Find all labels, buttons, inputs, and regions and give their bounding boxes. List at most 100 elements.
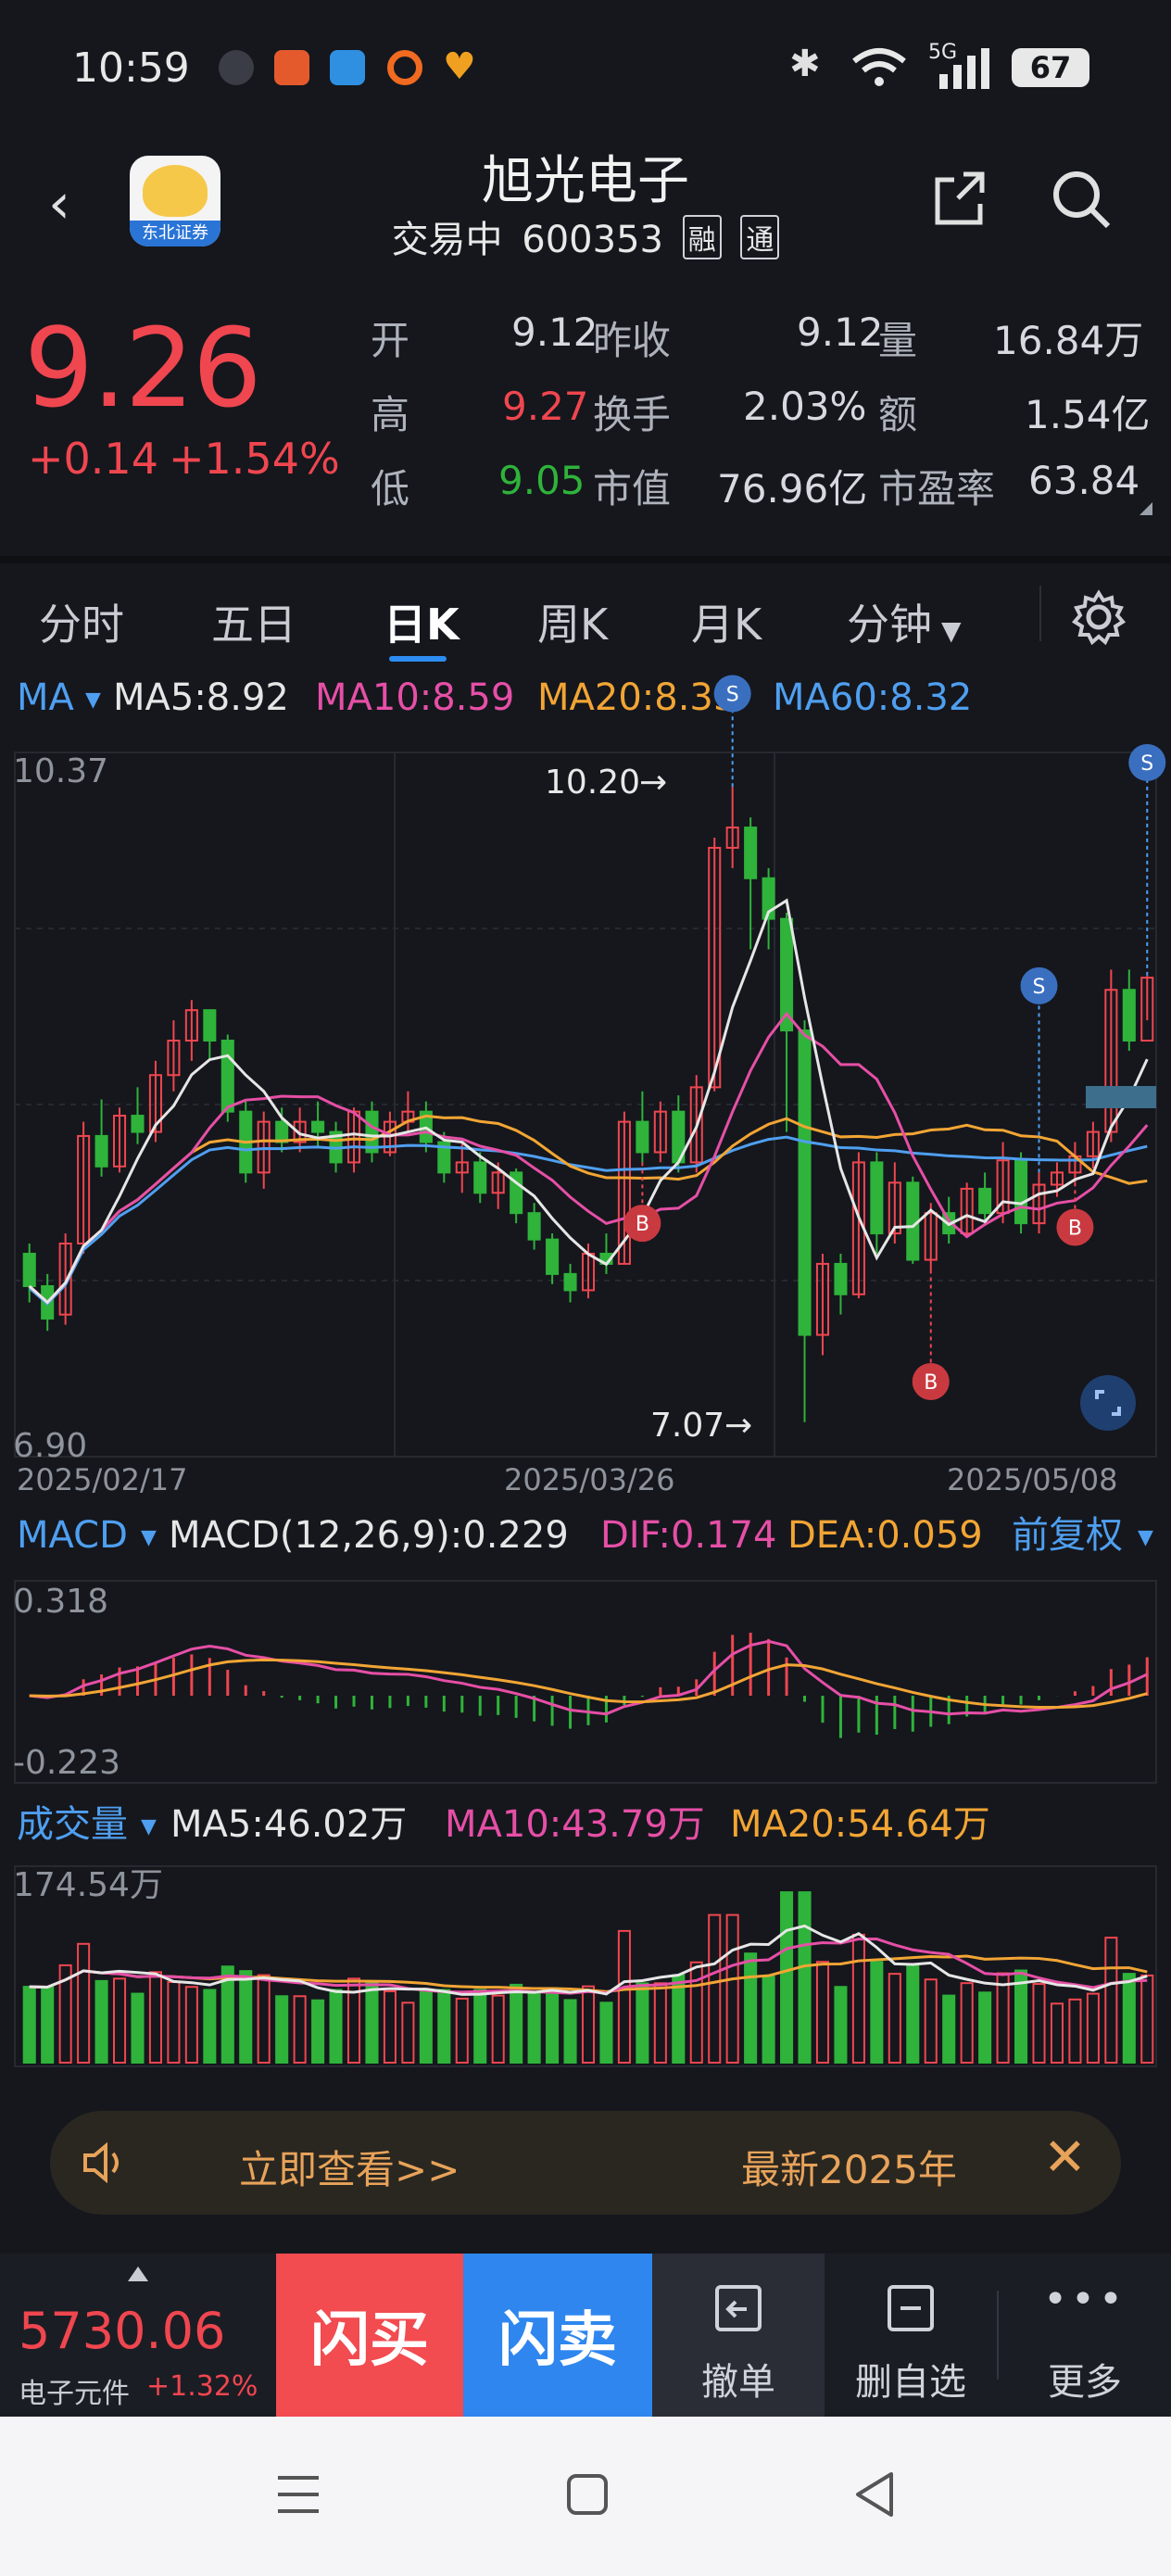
pe-value: 63.84	[1028, 458, 1140, 503]
volume-bar	[1122, 1973, 1136, 2065]
ring-notification-icon	[387, 50, 422, 85]
volume-bar	[473, 1989, 487, 2065]
remove-watchlist-button[interactable]: 删自选	[825, 2254, 997, 2417]
low-label: 低	[371, 466, 410, 511]
volume-legend-name[interactable]: 成交量	[17, 1803, 128, 1846]
cancel-order-icon	[715, 2285, 762, 2331]
expand-corner-icon[interactable]	[1140, 502, 1152, 515]
more-icon: •••	[1043, 2276, 1127, 2323]
search-icon[interactable]	[1049, 167, 1115, 234]
ma-legend-name[interactable]: MA	[17, 676, 75, 719]
volume-bar	[599, 2001, 613, 2065]
candle-body	[311, 1120, 325, 1133]
kline-chart-area[interactable]: MA ▼ MA5:8.92 MA10:8.59 MA20:8.33 MA60:8…	[0, 667, 1171, 2076]
ma-legend-caret-icon[interactable]: ▼	[85, 688, 101, 712]
high-value: 9.27	[502, 384, 589, 429]
volume-bar	[184, 1986, 198, 2065]
volume-bar	[1068, 1998, 1082, 2065]
more-button[interactable]: ••• 更多	[999, 2254, 1171, 2417]
amount-value: 1.54亿	[1025, 392, 1151, 437]
volume-bar	[1104, 1937, 1118, 2065]
low-value: 9.05	[498, 458, 586, 503]
tab-daily-k[interactable]: 日K	[384, 591, 460, 652]
caret-down-icon: ▼	[941, 615, 962, 646]
macd-axis-max: 0.318	[13, 1583, 108, 1621]
wifi-icon	[852, 48, 906, 86]
share-icon[interactable]	[928, 167, 993, 232]
vol-ma5-legend: MA5:46.02万	[170, 1803, 407, 1846]
high-label: 高	[371, 392, 410, 437]
volume-bar	[491, 1994, 505, 2064]
macd-caret-icon[interactable]: ▼	[141, 1526, 157, 1549]
tab-five-day[interactable]: 五日	[211, 591, 296, 652]
back-button[interactable]: ‹	[48, 176, 70, 232]
volume-bar	[653, 1982, 667, 2065]
volume-caret-icon[interactable]: ▼	[141, 1815, 157, 1838]
tab-weekly-k[interactable]: 周K	[537, 591, 608, 652]
news-banner[interactable]: 立即查看>> 最新2025年 ✕	[50, 2111, 1121, 2215]
adjust-mode[interactable]: 前复权	[1012, 1514, 1123, 1557]
candle-body	[473, 1161, 487, 1194]
status-time: 10:59	[72, 44, 190, 92]
dif-value: DIF:0.174	[600, 1514, 777, 1557]
macd-value: MACD(12,26,9):0.229	[169, 1514, 569, 1557]
volume-bar	[906, 1964, 920, 2065]
volume-bar	[1050, 2002, 1064, 2064]
app-notification-icon	[274, 50, 309, 85]
volume-bar	[942, 1994, 956, 2064]
tab-monthly-k[interactable]: 月K	[691, 591, 762, 652]
candle-body	[870, 1161, 884, 1235]
tab-minute[interactable]: 分钟 ▼	[847, 591, 962, 652]
fullscreen-button[interactable]	[1080, 1375, 1136, 1431]
x-axis-label-mid: 2025/03/26	[504, 1462, 674, 1497]
menu-icon[interactable]	[274, 2470, 322, 2519]
low-arrow-icon: →	[724, 1407, 752, 1445]
candle-body	[203, 1009, 217, 1042]
status-bar: 10:59 ♥ ✱ 5G 67	[0, 0, 1171, 139]
volume-bar	[636, 1982, 649, 2065]
volume-bar	[455, 1997, 469, 2065]
amount-label: 额	[878, 392, 918, 437]
volume-bar	[546, 1987, 560, 2064]
dea-value: DEA:0.059	[787, 1514, 983, 1557]
y-axis-max: 10.37	[13, 752, 108, 790]
ma20-legend: MA20:8.33	[537, 676, 737, 719]
signal-marker-label: S	[1140, 752, 1153, 776]
banner-link[interactable]: 立即查看>>	[239, 2139, 460, 2195]
quick-sell-button[interactable]: 闪卖	[463, 2254, 652, 2417]
close-icon[interactable]: ✕	[1043, 2128, 1087, 2188]
home-icon[interactable]	[563, 2470, 611, 2519]
volume-bar	[834, 1986, 848, 2065]
open-label: 开	[371, 318, 410, 363]
volume-bar	[419, 1989, 433, 2065]
broker-logo-text: 东北证券	[130, 221, 220, 246]
volume-bar	[293, 1995, 307, 2065]
vol-ma5-line	[29, 1924, 1148, 1996]
y-axis-min: 6.90	[13, 1427, 87, 1465]
volume-bar	[851, 1933, 865, 2065]
stock-header: 旭光电子 交易中 600353 融 通 ‹ 东北证券	[0, 139, 1171, 278]
volume-bar	[581, 1985, 596, 2064]
back-nav-icon[interactable]	[850, 2469, 899, 2520]
cancel-order-button[interactable]: 撤单	[652, 2254, 825, 2417]
broker-logo[interactable]: 东北证券	[130, 156, 220, 246]
candle-body	[798, 1029, 812, 1336]
adjust-caret-icon[interactable]: ▼	[1138, 1526, 1153, 1549]
macd-legend-name[interactable]: MACD	[17, 1514, 128, 1557]
candle-body	[1122, 989, 1136, 1042]
connect-tag: 通	[740, 215, 780, 259]
volume-bar	[1032, 1983, 1046, 2065]
signal-marker-label: B	[1068, 1218, 1082, 1241]
remove-watchlist-icon	[888, 2285, 934, 2331]
quick-buy-button[interactable]: 闪买	[276, 2254, 463, 2417]
last-price: 9.26	[24, 304, 262, 432]
price-change: +0.14	[28, 434, 158, 484]
volume-bar	[960, 1982, 974, 2064]
gear-icon[interactable]	[1071, 589, 1127, 645]
pe-label: 市盈率	[878, 466, 996, 511]
sector-index-value[interactable]: 5730.06	[19, 2302, 225, 2360]
tab-intraday[interactable]: 分时	[39, 591, 124, 652]
signal-icon	[939, 48, 989, 89]
remove-watchlist-label: 删自选	[855, 2361, 966, 2404]
volume-bar	[815, 1961, 830, 2064]
